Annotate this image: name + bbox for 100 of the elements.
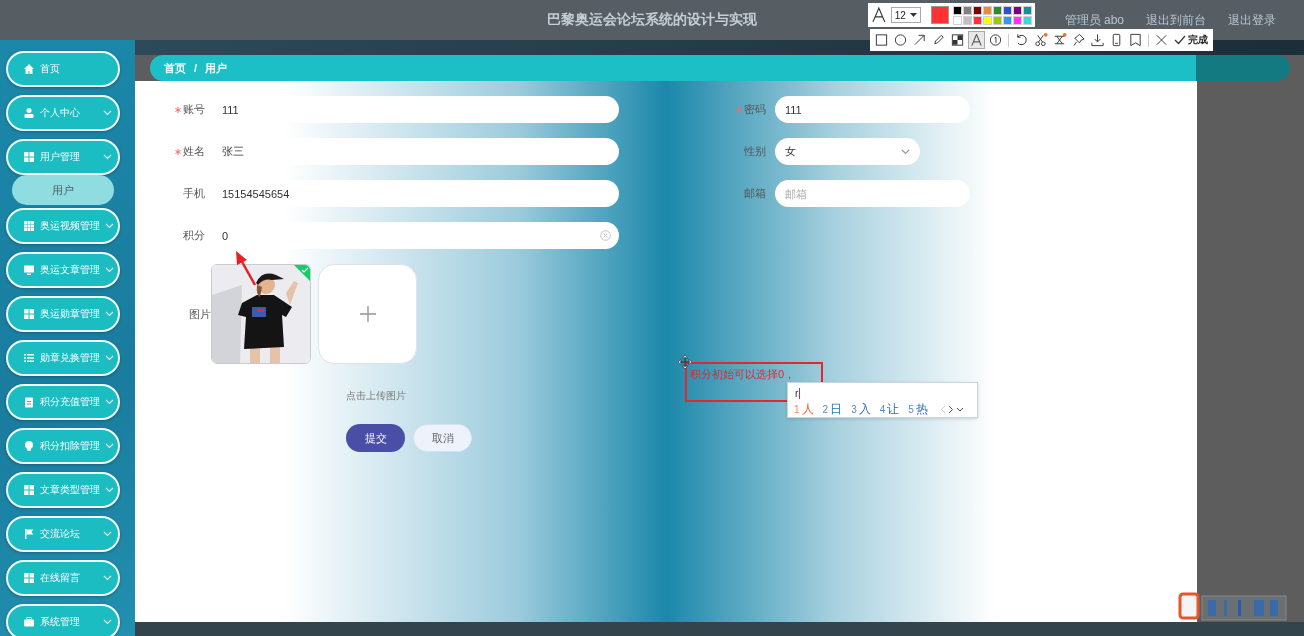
- menu-item[interactable]: 用户管理: [6, 139, 120, 175]
- grid-icon: [23, 151, 35, 163]
- cancel-button[interactable]: 取消: [413, 424, 472, 452]
- tool-button[interactable]: [949, 31, 966, 49]
- tool-button[interactable]: [987, 31, 1004, 49]
- menu-item[interactable]: 首页: [6, 51, 120, 87]
- field-label: 姓名: [183, 144, 205, 159]
- field-label: 邮箱: [744, 186, 766, 201]
- menu-item[interactable]: 积分充值管理: [6, 384, 120, 420]
- field-label: 手机: [183, 186, 205, 201]
- chevron-icon: [901, 148, 910, 155]
- menu-item[interactable]: 勋章兑换管理: [6, 340, 120, 376]
- breadcrumb-link[interactable]: 用户: [205, 60, 228, 76]
- input-field[interactable]: 111: [775, 96, 970, 123]
- pin-icon: [1071, 32, 1086, 48]
- field-label: 图片: [189, 306, 211, 322]
- plus-icon: [358, 305, 377, 323]
- list-icon: [23, 352, 35, 364]
- input-field[interactable]: 邮箱: [775, 180, 970, 207]
- color-swatch[interactable]: [973, 15, 982, 25]
- grid-icon: [23, 220, 35, 232]
- chevron-icon: [105, 355, 114, 361]
- select-field[interactable]: 女: [775, 138, 920, 165]
- flag-icon: [23, 528, 35, 540]
- next-page-icon[interactable]: [947, 405, 954, 414]
- color-swatch[interactable]: [1023, 5, 1032, 15]
- tool-button[interactable]: [892, 31, 909, 49]
- header-link[interactable]: 退出到前台: [1146, 11, 1206, 29]
- field-label: 账号: [183, 102, 205, 117]
- home-icon: [23, 63, 35, 75]
- ime-candidate[interactable]: 4 让: [879, 401, 900, 418]
- field-label: 积分: [183, 228, 205, 243]
- upload-hint: 点击上传图片: [346, 390, 406, 402]
- color-swatch[interactable]: [983, 5, 992, 15]
- current-color-swatch[interactable]: [931, 6, 949, 24]
- menu-item[interactable]: 交流论坛: [6, 516, 120, 552]
- tool-button[interactable]: [1032, 31, 1049, 49]
- mosaic-icon: [950, 32, 965, 48]
- color-swatch[interactable]: [1013, 5, 1022, 15]
- app-title: 巴黎奥运会论坛系统的设计与实现: [547, 11, 757, 29]
- color-swatch[interactable]: [993, 5, 1002, 15]
- color-swatch[interactable]: [963, 5, 972, 15]
- ime-candidate[interactable]: 3 入: [851, 401, 871, 418]
- color-swatch[interactable]: [1023, 15, 1032, 25]
- menu-item[interactable]: 奥运文章管理: [6, 252, 120, 288]
- pen-icon: [931, 32, 946, 48]
- text-icon: [969, 32, 984, 48]
- tool-button[interactable]: [1089, 31, 1106, 49]
- chevron-icon: [105, 399, 114, 405]
- menu-item[interactable]: 文章类型管理: [6, 472, 120, 508]
- grid-icon: [23, 572, 35, 584]
- field-label: 性别: [744, 144, 766, 159]
- floating-widget-icon[interactable]: [1178, 590, 1288, 622]
- chevron-icon: [105, 223, 114, 229]
- chevron-icon: [103, 110, 112, 116]
- number-icon: [988, 32, 1003, 48]
- menu-item[interactable]: 个人中心: [6, 95, 120, 131]
- menu-item[interactable]: 在线留言: [6, 560, 120, 596]
- ime-candidate[interactable]: 2 日: [822, 401, 843, 418]
- undo-icon: [1014, 32, 1029, 48]
- font-icon: [872, 7, 886, 23]
- breadcrumb-link[interactable]: 首页: [164, 60, 186, 76]
- expand-icon[interactable]: [955, 405, 964, 414]
- chevron-icon: [105, 311, 114, 317]
- rectangle-icon: [874, 32, 889, 48]
- tool-button[interactable]: [873, 31, 890, 49]
- move-cursor-icon: [678, 355, 692, 369]
- bulb-icon: [23, 440, 35, 452]
- briefcase-icon: [23, 616, 35, 628]
- color-swatch[interactable]: [993, 15, 1002, 25]
- arrow-icon: [912, 32, 927, 48]
- grid-icon: [23, 484, 35, 496]
- color-swatch[interactable]: [983, 15, 992, 25]
- tool-button[interactable]: [1127, 31, 1144, 49]
- ime-candidate[interactable]: 5 热: [908, 401, 928, 418]
- color-swatch[interactable]: [1003, 15, 1012, 25]
- done-button[interactable]: 完成: [1172, 33, 1210, 47]
- chevron-icon: [105, 487, 114, 493]
- header-link[interactable]: 退出登录: [1228, 11, 1276, 29]
- color-swatch[interactable]: [963, 15, 972, 25]
- close-icon: [1154, 32, 1169, 48]
- color-swatch[interactable]: [1003, 5, 1012, 15]
- tool-button[interactable]: [968, 31, 985, 49]
- submit-button[interactable]: 提交: [346, 424, 405, 452]
- color-swatch[interactable]: [953, 5, 962, 15]
- ime-candidate[interactable]: 1 人: [794, 401, 814, 418]
- header-link[interactable]: 管理员 abo: [1064, 11, 1124, 29]
- menu-item[interactable]: 奥运勋章管理: [6, 296, 120, 332]
- color-swatch[interactable]: [973, 5, 982, 15]
- bookmark-icon: [1128, 32, 1143, 48]
- menu-item[interactable]: 系统管理: [6, 604, 120, 636]
- check-icon: [1174, 35, 1186, 45]
- menu-item[interactable]: 积分扣除管理: [6, 428, 120, 464]
- arrow-annotation: [236, 251, 257, 286]
- menu-item[interactable]: 奥运视频管理: [6, 208, 120, 244]
- color-swatch[interactable]: [1013, 15, 1022, 25]
- color-swatch[interactable]: [953, 15, 962, 25]
- font-size-dropdown[interactable]: 12: [890, 7, 922, 23]
- submenu-item[interactable]: 用户: [12, 175, 114, 205]
- breadcrumb-separator: /: [194, 62, 198, 74]
